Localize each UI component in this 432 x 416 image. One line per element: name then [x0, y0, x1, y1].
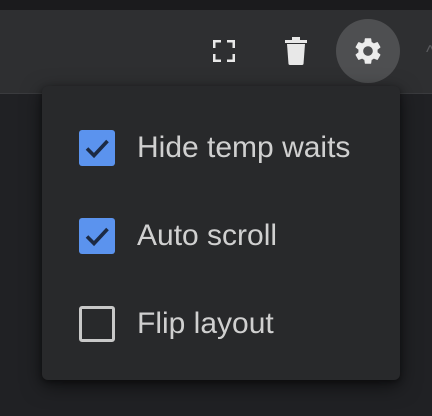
- trash-icon: [285, 37, 307, 65]
- hide-temp-waits-checkbox[interactable]: [79, 130, 115, 166]
- flip-layout-checkbox[interactable]: [79, 306, 115, 342]
- auto-scroll-checkbox[interactable]: [79, 218, 115, 254]
- overflow-edge-icon: ^: [426, 42, 432, 62]
- toolbar: ^: [0, 10, 432, 94]
- auto-scroll-label: Auto scroll: [137, 219, 278, 252]
- delete-button[interactable]: [276, 31, 316, 71]
- menu-item-flip-layout[interactable]: Flip layout: [42, 284, 400, 364]
- checkmark-icon: [85, 227, 109, 247]
- settings-button[interactable]: [336, 19, 400, 83]
- gear-icon: [352, 35, 384, 67]
- fullscreen-button[interactable]: [204, 31, 244, 71]
- checkmark-icon: [85, 139, 109, 159]
- fullscreen-icon: [213, 40, 235, 62]
- flip-layout-label: Flip layout: [137, 307, 274, 340]
- settings-menu: Hide temp waits Auto scroll Flip layout: [42, 86, 400, 380]
- menu-item-auto-scroll[interactable]: Auto scroll: [42, 196, 400, 276]
- hide-temp-waits-label: Hide temp waits: [137, 131, 351, 164]
- menu-item-hide-temp-waits[interactable]: Hide temp waits: [42, 108, 400, 188]
- window-top-strip: [0, 0, 432, 10]
